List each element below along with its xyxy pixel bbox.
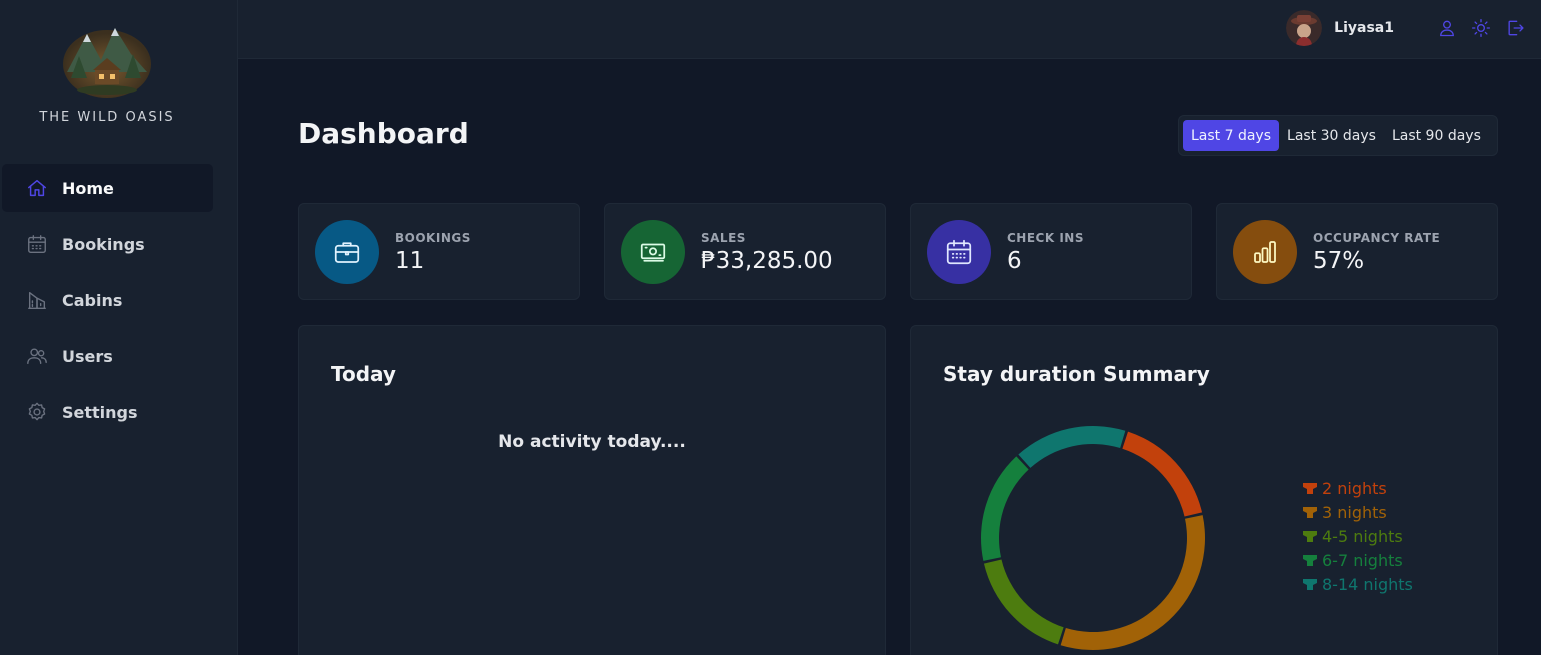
banknotes-icon [621,220,685,284]
today-panel: Today No activity today.... [298,325,886,655]
stat-card-check-ins: CHECK INS 6 [910,203,1192,300]
legend-item[interactable]: 6-7 nights [1303,548,1413,572]
legend-item[interactable]: 4-5 nights [1303,524,1413,548]
cabins-icon [26,289,48,311]
stay-duration-donut-chart [981,426,1205,650]
stat-card-bookings: BOOKINGS 11 [298,203,580,300]
stat-label: BOOKINGS [395,231,471,245]
legend-item[interactable]: 2 nights [1303,476,1413,500]
filter-last-7-days[interactable]: Last 7 days [1183,120,1280,151]
sidebar: THE WILD OASIS Home Bookings Cabins User… [0,0,238,655]
page-title: Dashboard [298,117,469,150]
legend-marker-icon [1303,530,1317,542]
filter-last-90-days[interactable]: Last 90 days [1384,120,1489,151]
sidebar-item-label: Cabins [62,290,123,310]
date-filter: Last 7 days Last 30 days Last 90 days [1178,115,1498,156]
main-nav: Home Bookings Cabins Users Settings [2,164,213,444]
stat-value: 57% [1313,248,1365,274]
logo-image [63,28,151,98]
donut-slice-6-7-nights[interactable] [981,456,1029,561]
sidebar-item-label: Settings [62,402,138,422]
legend-label: 4-5 nights [1322,526,1403,546]
sun-icon[interactable] [1470,17,1492,39]
sidebar-item-cabins[interactable]: Cabins [2,276,213,324]
donut-slice-4-5-nights[interactable] [983,559,1064,645]
sidebar-item-home[interactable]: Home [2,164,213,212]
legend-label: 3 nights [1322,502,1387,522]
stat-label: CHECK INS [1007,231,1084,245]
chart-bar-icon [1233,220,1297,284]
legend-label: 8-14 nights [1322,574,1413,594]
stat-label: SALES [701,231,746,245]
main-content: Dashboard Last 7 days Last 30 days Last … [238,59,1541,655]
legend-marker-icon [1303,554,1317,566]
calendar-days-icon [927,220,991,284]
home-icon [26,177,48,199]
briefcase-icon [315,220,379,284]
legend-marker-icon [1303,506,1317,518]
stat-label: OCCUPANCY RATE [1313,231,1441,245]
sidebar-item-bookings[interactable]: Bookings [2,220,213,268]
sidebar-item-label: Home [62,178,114,198]
users-icon [26,345,48,367]
legend-marker-icon [1303,578,1317,590]
legend-marker-icon [1303,482,1317,494]
logout-icon[interactable] [1504,17,1526,39]
filter-last-30-days[interactable]: Last 30 days [1279,120,1384,151]
stay-duration-panel: Stay duration Summary 2 nights 3 nights 4-… [910,325,1498,655]
user-name: Liyasa1 [1334,20,1394,36]
donut-slice-3-nights[interactable] [1060,515,1205,650]
brand-name: THE WILD OASIS [39,110,175,125]
today-title: Today [331,362,396,386]
donut-slice-8-14-nights[interactable] [1018,426,1126,468]
avatar[interactable] [1286,10,1323,46]
stat-card-occupancy-rate: OCCUPANCY RATE 57% [1216,203,1498,300]
sidebar-item-users[interactable]: Users [2,332,213,380]
donut-slice-2-nights[interactable] [1122,431,1203,517]
logo: THE WILD OASIS [0,20,214,125]
chart-legend: 2 nights 3 nights 4-5 nights 6-7 nights 8-14… [1303,476,1413,596]
stat-value: ₱33,285.00 [701,248,833,274]
sidebar-item-settings[interactable]: Settings [2,388,213,436]
legend-item[interactable]: 3 nights [1303,500,1413,524]
user-area: Liyasa1 [1286,10,1526,46]
stay-duration-title: Stay duration Summary [943,362,1210,386]
top-header: Liyasa1 [238,0,1541,59]
legend-label: 6-7 nights [1322,550,1403,570]
sidebar-item-label: Users [62,346,113,366]
stat-value: 11 [395,248,425,274]
settings-icon [26,401,48,423]
stat-card-sales: SALES ₱33,285.00 [604,203,886,300]
no-activity-message: No activity today.... [498,432,686,452]
sidebar-item-label: Bookings [62,234,145,254]
legend-label: 2 nights [1322,478,1387,498]
legend-item[interactable]: 8-14 nights [1303,572,1413,596]
stat-value: 6 [1007,248,1022,274]
calendar-icon [26,233,48,255]
user-icon[interactable] [1436,17,1458,39]
